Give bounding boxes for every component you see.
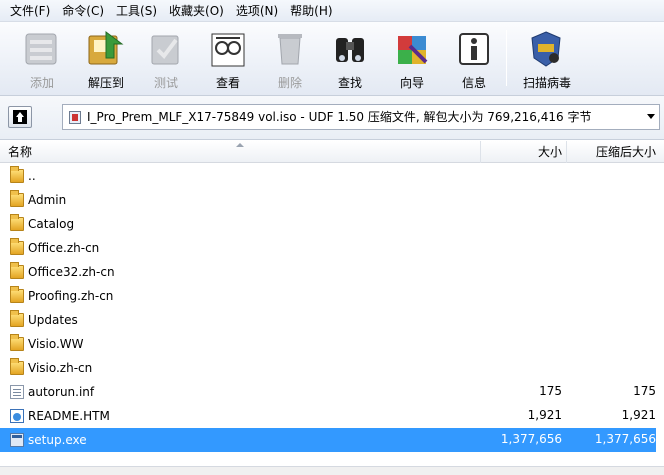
list-item-selected[interactable]: setup.exe 1,377,656 1,377,656 (0, 428, 656, 452)
file-list: .. Admin Catalog Office.zh-cn Office32.z… (0, 164, 664, 454)
menu-file[interactable]: 文件(F) (4, 0, 56, 22)
info-button[interactable]: 信息 (446, 26, 502, 92)
view-label: 查看 (215, 76, 240, 90)
add-archive-icon (25, 33, 57, 65)
folder-icon (10, 334, 24, 351)
list-item[interactable]: README.HTM 1,921 1,921 (0, 404, 656, 428)
list-item[interactable]: Visio.WW (0, 332, 656, 356)
toolbar-separator (506, 30, 507, 86)
list-item[interactable]: Office.zh-cn (0, 236, 656, 260)
folder-icon (10, 286, 24, 303)
info-label: 信息 (461, 76, 486, 90)
add-label: 添加 (29, 76, 54, 90)
up-arrow-icon (13, 110, 27, 124)
delete-icon (278, 34, 302, 65)
folder-icon (10, 262, 24, 279)
folder-icon (10, 358, 24, 375)
file-packed-size: 1,921 (621, 408, 656, 422)
archive-path-text: I_Pro_Prem_MLF_X17-75849 vol.iso - UDF 1… (87, 110, 592, 124)
find-button[interactable]: 查找 (322, 26, 378, 92)
column-header-packed-size[interactable]: 压缩后大小 (566, 141, 662, 163)
extract-button[interactable]: 解压到 (78, 26, 134, 92)
file-name: Office32.zh-cn (28, 265, 115, 279)
folder-icon (10, 238, 24, 255)
settings-file-icon (10, 385, 24, 399)
file-name: Visio.zh-cn (28, 361, 93, 375)
menu-help[interactable]: 帮助(H) (284, 0, 338, 22)
chevron-down-icon[interactable] (647, 114, 655, 119)
menu-tools[interactable]: 工具(S) (110, 0, 163, 22)
find-binoculars-icon (336, 38, 364, 62)
folder-icon (10, 310, 24, 327)
menu-bar: 文件(F) 命令(C) 工具(S) 收藏夹(O) 选项(N) 帮助(H) (0, 0, 664, 22)
extract-label: 解压到 (87, 76, 124, 90)
file-name: Admin (28, 193, 67, 207)
wizard-icon (398, 36, 428, 64)
scan-virus-icon (531, 31, 561, 67)
scan-virus-button[interactable]: 扫描病毒 (512, 26, 582, 92)
column-header-size[interactable]: 大小 (480, 141, 566, 163)
delete-label: 删除 (277, 76, 302, 90)
file-list-header: 名称 大小 压缩后大小 (0, 141, 664, 163)
list-item[interactable]: Proofing.zh-cn (0, 284, 656, 308)
file-name: Updates (28, 313, 78, 327)
wizard-label: 向导 (399, 76, 424, 90)
toolbar: 添加 解压到 测试 查看 删除 查找 向导 信息 扫描病毒 (0, 22, 664, 96)
list-item[interactable]: Visio.zh-cn (0, 356, 656, 380)
file-packed-size: 1,377,656 (594, 432, 656, 446)
status-area (0, 466, 664, 475)
executable-icon (10, 433, 24, 447)
list-item[interactable]: Catalog (0, 212, 656, 236)
test-label: 测试 (153, 76, 178, 90)
menu-command[interactable]: 命令(C) (56, 0, 110, 22)
test-icon (151, 35, 179, 65)
scan-virus-label: 扫描病毒 (522, 76, 571, 90)
list-item[interactable]: autorun.inf 175 175 (0, 380, 656, 404)
path-dropdown[interactable]: I_Pro_Prem_MLF_X17-75849 vol.iso - UDF 1… (62, 104, 660, 130)
up-one-level-button[interactable] (8, 106, 32, 128)
list-item[interactable]: Office32.zh-cn (0, 260, 656, 284)
file-size: 1,377,656 (500, 432, 562, 446)
wizard-button[interactable]: 向导 (384, 26, 440, 92)
view-button[interactable]: 查看 (200, 26, 256, 92)
folder-icon (10, 214, 24, 231)
address-bar: I_Pro_Prem_MLF_X17-75849 vol.iso - UDF 1… (0, 96, 664, 140)
menu-options[interactable]: 选项(N) (230, 0, 284, 22)
file-packed-size: 175 (633, 384, 656, 398)
file-name: README.HTM (28, 409, 110, 423)
view-icon (211, 33, 245, 67)
file-name: Proofing.zh-cn (28, 289, 114, 303)
list-item[interactable]: .. (0, 164, 656, 188)
menu-favorites[interactable]: 收藏夹(O) (163, 0, 230, 22)
test-button[interactable]: 测试 (138, 26, 194, 92)
delete-button[interactable]: 删除 (262, 26, 318, 92)
file-name: Visio.WW (28, 337, 84, 351)
html-file-icon (10, 409, 24, 423)
file-name: autorun.inf (28, 385, 95, 399)
info-icon (459, 33, 489, 65)
file-name: .. (28, 169, 36, 183)
folder-up-icon (10, 166, 24, 183)
file-name: Office.zh-cn (28, 241, 100, 255)
find-label: 查找 (337, 76, 362, 90)
file-name: setup.exe (28, 433, 87, 447)
folder-icon (10, 190, 24, 207)
extract-to-icon (88, 31, 124, 65)
sort-ascending-icon (236, 143, 244, 147)
list-item[interactable]: Updates (0, 308, 656, 332)
file-name: Catalog (28, 217, 75, 231)
file-size: 1,921 (527, 408, 562, 422)
file-size: 175 (539, 384, 562, 398)
archive-icon (69, 111, 81, 124)
list-item[interactable]: Admin (0, 188, 656, 212)
add-button[interactable]: 添加 (14, 26, 70, 92)
